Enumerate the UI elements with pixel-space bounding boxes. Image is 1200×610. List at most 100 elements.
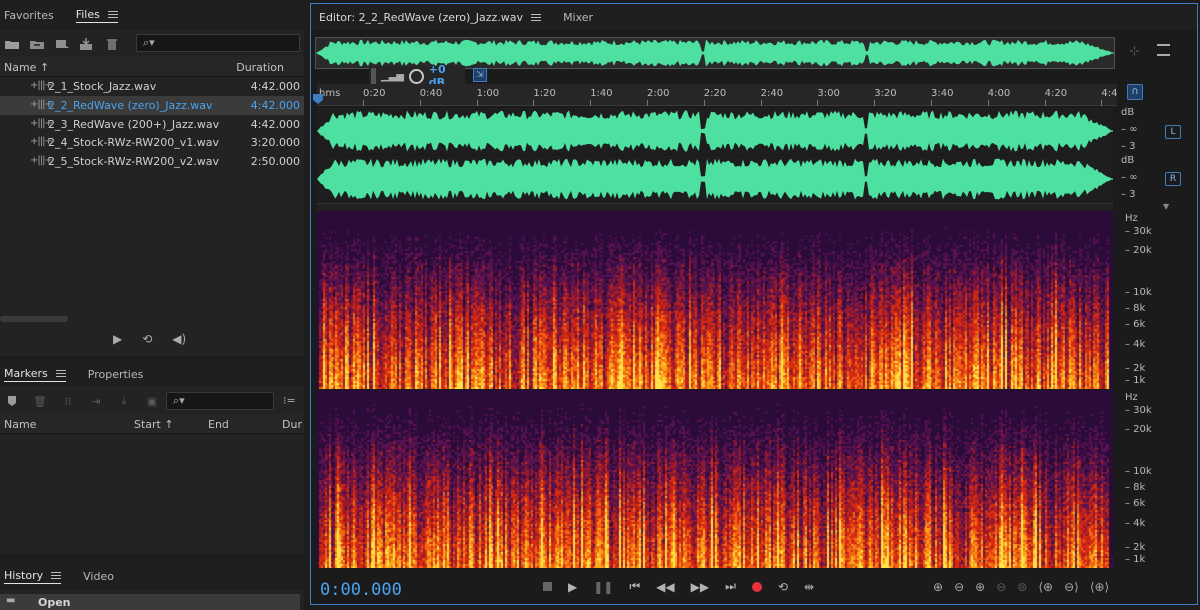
hz-scale-left: Hz – 30k – 20k – 10k – 8k – 6k – 4k – 2k – 1k (1117, 211, 1157, 389)
marker-options-icon[interactable]: ⁝= (283, 394, 296, 407)
tab-mixer[interactable]: Mixer (563, 11, 593, 24)
file-list-item[interactable]: +|||+ 2_3_RedWave (200+)_Jazz.wav 4:42.0… (0, 115, 304, 134)
waveform-channel-left[interactable] (317, 108, 1113, 154)
snap-magnet-icon[interactable]: ∩ (1127, 84, 1143, 100)
current-time-display[interactable]: 0:00.000 (320, 580, 402, 600)
trash-icon[interactable] (104, 37, 120, 51)
tab-properties[interactable]: Properties (88, 368, 144, 381)
zoom-out-point-icon[interactable]: ⊖⟩ (1064, 580, 1079, 594)
file-name: 2_3_RedWave (200+)_Jazz.wav (48, 118, 220, 131)
pin-hud-icon[interactable]: ⇲ (473, 68, 487, 82)
ruler-tick-label: 1:20 (533, 88, 556, 99)
file-name: 2_2_RedWave (zero)_Jazz.wav (48, 99, 213, 112)
volume-knob-icon[interactable] (408, 68, 424, 84)
history-panel-tabbar: History Video (0, 562, 304, 590)
column-marker-duration[interactable]: Dur (282, 418, 302, 431)
new-file-icon[interactable] (54, 37, 70, 51)
file-list-item[interactable]: +|||+ 2_2_RedWave (zero)_Jazz.wav 4:42.0… (0, 96, 304, 115)
file-name: 2_1_Stock_Jazz.wav (48, 80, 157, 93)
skip-selection-icon[interactable]: ⇹ (804, 580, 814, 594)
layout-toggle-icon[interactable] (1157, 44, 1170, 56)
zoom-in-point-icon[interactable]: ⟨⊕ (1038, 580, 1053, 594)
preview-play-icon[interactable]: ▶ (113, 332, 122, 346)
files-horizontal-scrollbar[interactable] (0, 316, 68, 322)
panel-menu-icon[interactable] (107, 10, 118, 18)
open-folder-icon[interactable] (4, 37, 20, 51)
record-icon[interactable] (751, 581, 762, 592)
tab-video[interactable]: Video (83, 570, 114, 583)
preview-loop-icon[interactable]: ⟲ (142, 332, 152, 346)
zoom-selection-icon[interactable]: ⊚ (1017, 580, 1027, 594)
ruler-tick-mark (1044, 100, 1046, 106)
go-to-start-icon[interactable]: ⏮ (629, 579, 640, 594)
loop-playback-icon[interactable]: ⟲ (778, 580, 788, 594)
hz-tick-label: – 20k (1125, 424, 1152, 435)
waveform-right (317, 158, 1113, 200)
go-to-end-icon[interactable]: ⏭ (725, 579, 736, 594)
splitter-chevron-icon[interactable]: ▼ (1163, 202, 1169, 211)
column-name-header[interactable]: Name ↑ (4, 61, 49, 74)
ruler-tick-mark (931, 100, 932, 106)
files-search-input[interactable]: ⌕▾ (136, 34, 300, 52)
delete-marker-icon[interactable]: 🗑 (32, 394, 48, 408)
export-marker-audio-icon[interactable]: ⤓ (116, 394, 132, 408)
zoom-reset-icon[interactable]: ⟨⊕⟩ (1090, 580, 1109, 594)
hz-tick-label: – 2k (1125, 542, 1146, 553)
main-transport: ▶ ❚❚ ⏮ ◀◀ ▶▶ ⏭ ⟲ ⇹ (543, 579, 814, 594)
merge-markers-icon[interactable]: ⁞⁞ (60, 394, 76, 408)
column-marker-start[interactable]: Start ↑ (134, 418, 174, 431)
zoom-out-amplitude-icon[interactable]: ⊖ (954, 580, 964, 594)
ruler-tick-label: 2:00 (647, 88, 670, 99)
hz-unit-label: Hz (1125, 213, 1138, 224)
hud-grip-icon[interactable] (371, 68, 376, 84)
view-splitter[interactable] (317, 203, 1113, 211)
channel-right-toggle[interactable]: R (1165, 172, 1181, 186)
panel-menu-icon[interactable] (51, 571, 62, 579)
db-scale-left: dB – ∞ – 3 (1115, 107, 1157, 154)
panel-menu-icon[interactable] (55, 369, 66, 377)
tab-files[interactable]: Files (75, 8, 118, 23)
file-list-item[interactable]: +|||+ 2_1_Stock_Jazz.wav 4:42.000 (0, 77, 304, 96)
ruler-tick-mark (874, 100, 876, 106)
tab-favorites[interactable]: Favorites (4, 9, 54, 22)
zoom-navigator-icon[interactable]: ⊹ (1129, 44, 1140, 59)
spectrogram-right[interactable] (317, 390, 1113, 568)
batch-process-icon[interactable]: ▣ (144, 394, 160, 408)
tab-markers[interactable]: Markers (4, 367, 66, 382)
column-duration-header[interactable]: Duration (236, 61, 284, 74)
time-ruler[interactable]: hms 0:20 0:40 1:00 1:20 1:40 2:00 2:20 2:40 3:00… (317, 84, 1117, 106)
preview-autoplay-speaker-icon[interactable]: ◀) (172, 332, 186, 346)
rewind-icon[interactable]: ◀◀ (656, 580, 674, 594)
ruler-tick-mark (760, 100, 762, 106)
tab-history[interactable]: History (4, 569, 62, 584)
ruler-tick-label: 0:20 (363, 88, 386, 99)
channel-left-toggle[interactable]: L (1165, 125, 1181, 139)
file-list-item[interactable]: +|||+ 2_5_Stock-RWz-RW200_v2.wav 2:50.00… (0, 152, 304, 171)
tab-properties-label: Properties (87, 367, 144, 381)
column-marker-name[interactable]: Name (4, 418, 36, 431)
add-marker-icon[interactable] (4, 394, 20, 408)
ruler-tick-label: 4:4 (1101, 88, 1118, 99)
import-file-icon[interactable] (29, 37, 45, 51)
db-unit-label: dB (1121, 107, 1135, 118)
insert-into-multitrack-icon[interactable] (79, 37, 95, 51)
pause-icon[interactable]: ❚❚ (593, 580, 613, 594)
zoom-in-amplitude-icon[interactable]: ⊕ (933, 580, 943, 594)
volume-hud: ▁▃▅ +0 dB (369, 63, 465, 89)
hz-tick-label: – 4k (1125, 339, 1146, 350)
history-item[interactable]: ▬ Open (0, 594, 300, 610)
file-list-item[interactable]: +|||+ 2_4_Stock-RWz-RW200_v1.wav 3:20.00… (0, 133, 304, 152)
insert-marker-playlist-icon[interactable]: ⇥ (88, 394, 104, 408)
waveform-channel-right[interactable] (317, 156, 1113, 202)
zoom-out-full-icon[interactable]: ⊖ (996, 580, 1006, 594)
tab-editor[interactable]: Editor: 2_2_RedWave (zero)_Jazz.wav (319, 11, 542, 24)
column-marker-end[interactable]: End (208, 418, 229, 431)
markers-search-input[interactable]: ⌕▾ (166, 392, 274, 410)
zoom-in-time-icon[interactable]: ⊕ (975, 580, 985, 594)
play-icon[interactable]: ▶ (568, 580, 577, 594)
fast-forward-icon[interactable]: ▶▶ (691, 580, 709, 594)
panel-menu-icon[interactable] (531, 13, 542, 21)
stop-icon[interactable] (543, 582, 552, 591)
spectrogram-left[interactable] (317, 211, 1113, 389)
files-column-header: Name ↑ Duration (0, 57, 304, 77)
